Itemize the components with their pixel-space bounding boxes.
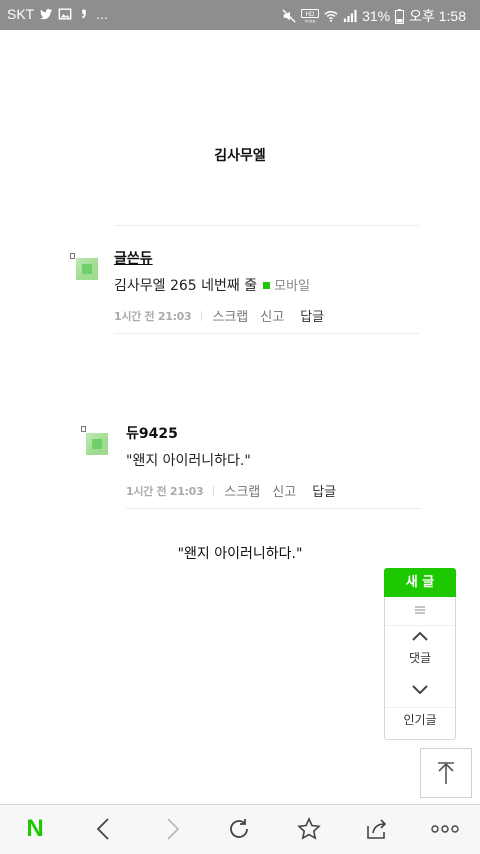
comment-time: 1시간 전 21:03 — [114, 309, 192, 323]
comment-author[interactable]: 듀9425 — [126, 423, 178, 443]
svg-text:HD: HD — [306, 12, 315, 18]
battery-icon — [395, 8, 405, 24]
page-title: 김사무엘 — [214, 148, 266, 164]
new-post-button[interactable]: 새 글 — [384, 568, 456, 597]
report-button[interactable]: 신고 — [272, 481, 296, 500]
browser-toolbar: N — [0, 804, 480, 854]
comment-meta: 1시간 전 21:03 스크랩 신고 답글 — [114, 306, 336, 326]
more-button[interactable] — [428, 815, 462, 843]
menu-button[interactable] — [385, 597, 455, 626]
comment-text: "왠지 아이러니하다." — [126, 453, 251, 469]
arrow-up-icon — [438, 762, 454, 784]
comment-time: 1시간 전 21:03 — [126, 484, 204, 498]
svg-text:Voice: Voice — [305, 19, 317, 24]
gallery-icon — [58, 8, 72, 20]
twitter-icon — [40, 8, 53, 20]
signal-icon — [343, 9, 357, 23]
comment-meta: 1시간 전 21:03 스크랩 신고 답글 — [126, 481, 348, 501]
forward-button[interactable] — [156, 815, 190, 843]
reply-button[interactable]: 답글 — [312, 481, 336, 500]
naver-home-button[interactable]: N — [18, 815, 52, 843]
carrier-label: SKT — [7, 6, 35, 22]
reload-button[interactable] — [222, 815, 256, 843]
wifi-icon — [324, 11, 338, 22]
mobile-badge: 모바일 — [263, 279, 310, 294]
more-notifications: ... — [96, 6, 108, 22]
avatar-marker — [81, 426, 86, 432]
comment-body: 김사무엘 265 네번째 줄 — [114, 278, 258, 294]
share-icon — [367, 819, 387, 839]
avatar[interactable] — [86, 433, 108, 455]
scrap-button[interactable]: 스크랩 — [212, 306, 248, 325]
report-button[interactable]: 신고 — [260, 306, 284, 325]
bookmark-button[interactable] — [292, 815, 326, 843]
naver-logo: N — [26, 815, 44, 842]
clock: 오후 1:58 — [409, 8, 466, 24]
reply-button[interactable]: 답글 — [300, 306, 324, 325]
scroll-to-top-button[interactable] — [420, 748, 472, 798]
meta-separator — [213, 485, 215, 496]
hd-voice-icon: HDVoice — [301, 9, 320, 24]
meta-separator — [201, 310, 203, 321]
menu-icon — [415, 606, 425, 614]
scrap-button[interactable]: 스크랩 — [224, 481, 260, 500]
back-icon — [96, 818, 109, 840]
comment-divider — [114, 333, 419, 334]
comment-author[interactable]: 글쓴듀 — [114, 248, 153, 268]
quote-text: "왠지 아이러니하다." — [177, 546, 303, 562]
forward-icon — [167, 818, 180, 840]
mute-icon — [282, 9, 296, 23]
comment-divider — [126, 508, 422, 509]
scroll-down-button[interactable] — [385, 681, 455, 708]
avatar-marker — [70, 253, 75, 259]
comments-button[interactable]: 댓글 — [385, 649, 455, 666]
share-button[interactable] — [360, 815, 394, 843]
title-divider — [114, 225, 419, 226]
chevron-up-icon — [412, 631, 428, 641]
status-bar: SKT ... HD Voice 31% 오후 1:58 — [0, 0, 480, 30]
avatar[interactable] — [76, 258, 98, 280]
comment-text: 김사무엘 265 네번째 줄 모바일 — [114, 275, 310, 295]
reload-icon — [230, 819, 248, 838]
quote-icon — [82, 9, 86, 19]
chevron-down-icon — [412, 685, 428, 695]
more-icon — [431, 825, 459, 833]
floating-panel: 새 글 댓글 인기글 — [384, 568, 456, 740]
popular-posts-button[interactable]: 인기글 — [385, 711, 455, 728]
bookmark-icon — [297, 817, 321, 840]
battery-percent: 31% — [362, 8, 391, 24]
scroll-up-button[interactable] — [385, 627, 455, 647]
back-button[interactable] — [86, 815, 120, 843]
